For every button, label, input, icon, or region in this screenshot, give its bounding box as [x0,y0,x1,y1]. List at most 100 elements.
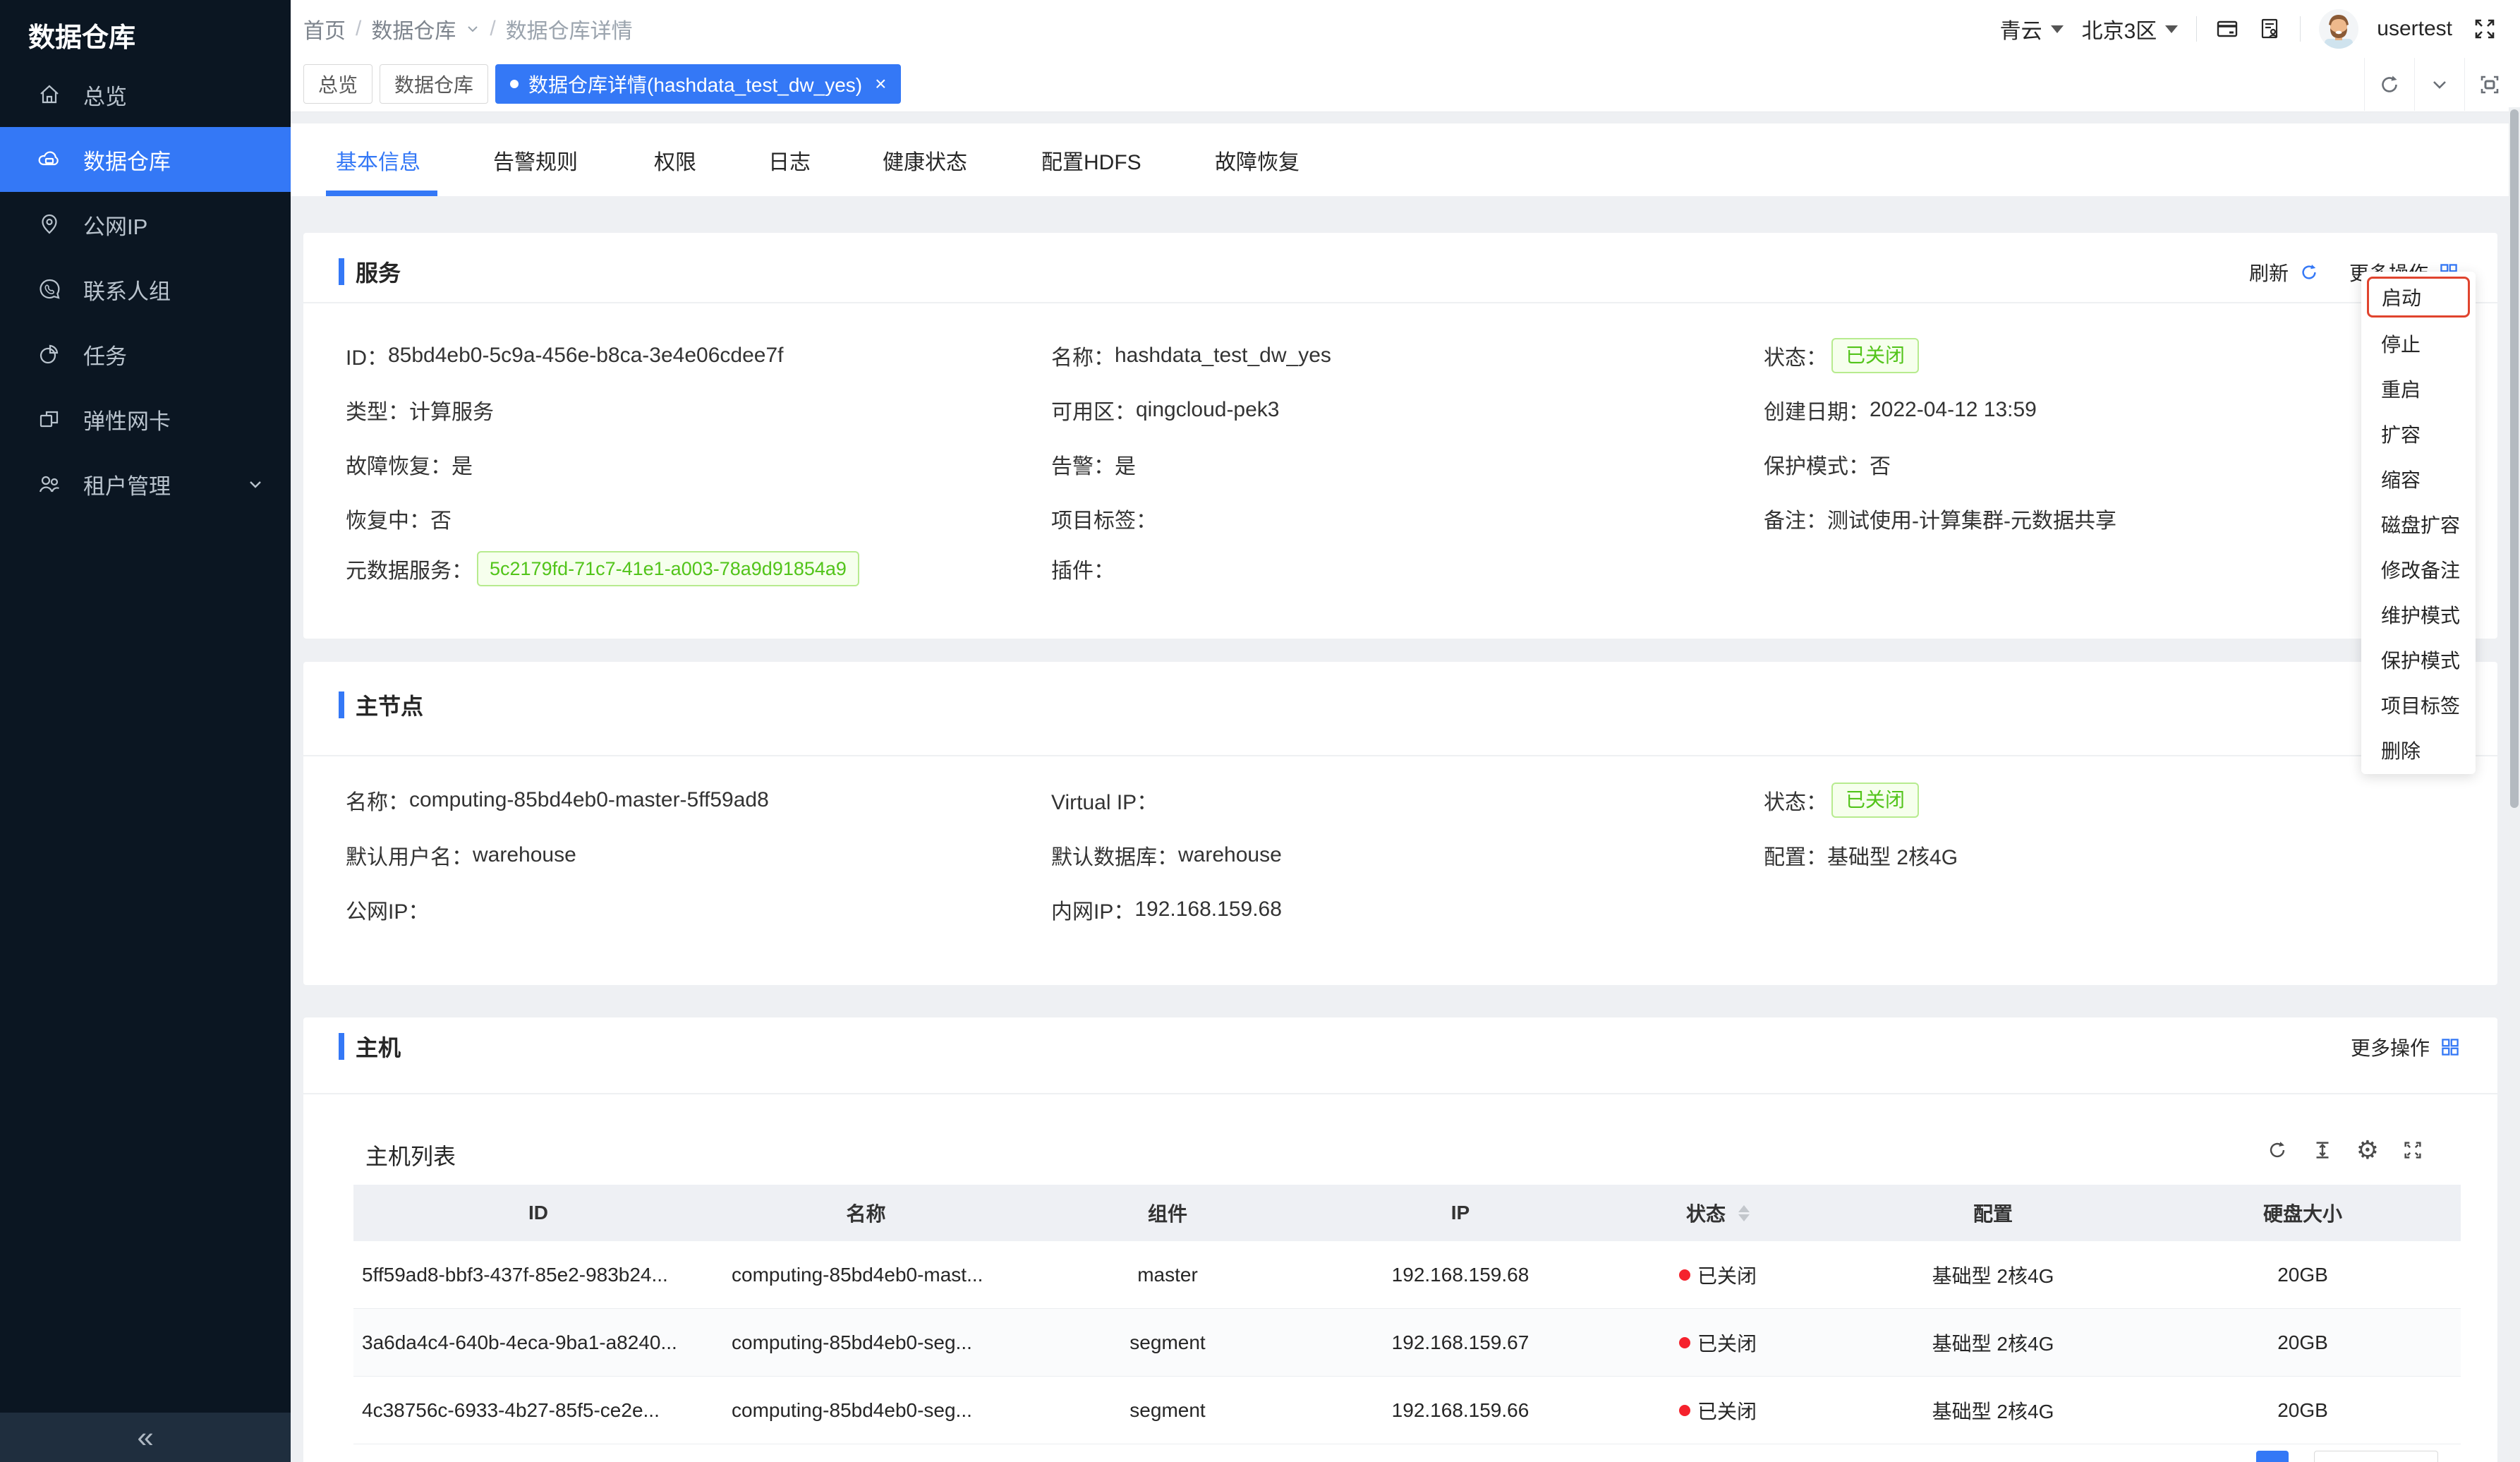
tab-warehouse-detail-active[interactable]: 数据仓库详情(hashdata_test_dw_yes) × [495,64,902,104]
chevron-down-icon[interactable] [2415,73,2464,97]
tab-health[interactable]: 健康状态 [883,145,967,176]
tab-warehouse[interactable]: 数据仓库 [380,64,489,104]
status-badge: 已关闭 [1831,783,1920,818]
menu-item-delete[interactable]: 删除 [2361,727,2476,773]
menu-item-restart[interactable]: 重启 [2361,366,2476,411]
sidebar-item-tasks[interactable]: 任务 [0,322,291,387]
cell-status: 已关闭 [1594,1261,1841,1289]
sidebar-item-overview[interactable]: 总览 [0,62,291,127]
field-master-status: 状态： 已关闭 [1764,783,1920,818]
maximize-icon[interactable] [2465,73,2514,97]
metadata-service-tag[interactable]: 5c2179fd-71c7-41e1-a003-78a9d91854a9 [477,551,859,586]
menu-item-scale-out[interactable]: 扩容 [2361,411,2476,457]
menu-item-project-tag[interactable]: 项目标签 [2361,682,2476,727]
hosts-actions: 更多操作 [2351,1033,2461,1061]
scrollbar-thumb[interactable] [2510,109,2519,808]
status-badge: 已关闭 [1831,338,1920,373]
menu-item-disk-expand[interactable]: 磁盘扩容 [2361,502,2476,547]
avatar[interactable] [2319,9,2359,49]
tab-overview[interactable]: 总览 [303,64,373,104]
sort-icon[interactable] [1738,1204,1750,1221]
close-icon[interactable]: × [875,73,886,95]
sidebar-item-public-ip[interactable]: 公网IP [0,192,291,257]
table-row[interactable]: 5ff59ad8-bbf3-437f-85e2-983b24... comput… [353,1241,2461,1309]
home-icon [37,82,62,107]
username[interactable]: usertest [2377,17,2452,41]
field-label: 默认用户名： [346,846,473,869]
field-label: Virtual IP： [1051,791,1158,814]
org-selector[interactable]: 青云 [2000,13,2064,44]
sidebar-item-label: 公网IP [83,214,148,239]
col-header-id[interactable]: ID [353,1202,723,1224]
billing-button[interactable] [2215,17,2239,41]
field-value: 2022-04-12 13:59 [1870,398,2037,421]
section-accent-bar [339,258,344,285]
menu-item-stop[interactable]: 停止 [2361,321,2476,366]
status-text: 已关闭 [1697,1400,1757,1422]
breadcrumb-section[interactable]: 数据仓库 [371,13,456,44]
breadcrumb-separator: / [356,17,362,40]
gear-icon[interactable]: ⚙ [2356,1137,2379,1163]
tab-label: 数据仓库 [394,74,474,96]
field-value: 测试使用-计算集群-元数据共享 [1827,509,2116,533]
menu-item-protection[interactable]: 保护模式 [2361,637,2476,682]
ticket-button[interactable] [2258,17,2282,41]
breadcrumb-caret-icon[interactable] [466,22,480,36]
status-text: 已关闭 [1697,1264,1757,1287]
col-header-config[interactable]: 配置 [1841,1199,2145,1227]
field-value: warehouse [1178,843,1282,866]
col-header-disk[interactable]: 硬盘大小 [2145,1199,2461,1227]
field-value: 是 [1115,455,1136,478]
pagination-page-button[interactable] [2256,1451,2289,1462]
tab-hdfs-config[interactable]: 配置HDFS [1041,145,1141,176]
more-actions-icon[interactable] [2440,1037,2461,1058]
table-header-row: ID 名称 组件 IP 状态 配置 硬盘大小 [353,1185,2461,1241]
field-value: 否 [1870,455,1891,478]
expand-icon[interactable] [2471,15,2499,43]
sidebar-item-warehouse[interactable]: 数据仓库 [0,127,291,192]
tab-logs[interactable]: 日志 [768,145,811,176]
fullscreen-icon[interactable] [2401,1139,2424,1161]
active-tab-underline [326,191,437,196]
col-label: ID [528,1202,548,1224]
table-row[interactable]: 3a6da4c4-640b-4eca-9ba1-a8240... computi… [353,1309,2461,1377]
menu-item-edit-remark[interactable]: 修改备注 [2361,547,2476,592]
sidebar-item-label: 数据仓库 [83,149,171,174]
menu-item-maintenance[interactable]: 维护模式 [2361,592,2476,637]
breadcrumb-home[interactable]: 首页 [303,13,346,44]
refresh-icon[interactable] [2365,73,2414,97]
detail-tabs: 基本信息 告警规则 权限 日志 健康状态 配置HDFS 故障恢复 [291,123,2520,196]
col-label: IP [1450,1202,1470,1224]
menu-item-scale-in[interactable]: 缩容 [2361,457,2476,502]
field-label: 配置： [1764,846,1827,869]
sidebar-item-label: 总览 [83,84,127,109]
sidebar: 数据仓库 总览 数据仓库 公网IP 联系人组 任务 弹性网卡 租户管理 « [0,0,291,1462]
field-label: 告警： [1051,455,1115,478]
region-selector[interactable]: 北京3区 [2082,13,2179,44]
sidebar-item-tenants[interactable]: 租户管理 [0,452,291,516]
col-header-status[interactable]: 状态 [1594,1199,1841,1227]
sidebar-item-contacts[interactable]: 联系人组 [0,257,291,322]
tab-permissions[interactable]: 权限 [654,145,696,176]
refresh-icon[interactable] [2266,1139,2289,1161]
field-value: 基础型 2核4G [1827,846,1958,869]
more-actions-label[interactable]: 更多操作 [2351,1033,2430,1061]
col-header-component[interactable]: 组件 [1009,1199,1326,1227]
cell-ip: 192.168.159.68 [1391,1263,1529,1286]
pagination-size-select[interactable] [2314,1451,2438,1462]
tab-basic-info[interactable]: 基本信息 [336,145,420,176]
table-row[interactable]: 4c38756c-6933-4b27-85f5-ce2e... computin… [353,1377,2461,1444]
tab-failover[interactable]: 故障恢复 [1215,145,1300,176]
sidebar-item-nic[interactable]: 弹性网卡 [0,387,291,452]
refresh-icon[interactable] [2298,262,2320,283]
col-label: 名称 [846,1203,886,1225]
tab-alert-rules[interactable]: 告警规则 [493,145,578,176]
sidebar-collapse-button[interactable]: « [0,1413,291,1462]
row-height-icon[interactable] [2311,1139,2334,1161]
menu-item-start[interactable]: 启动 [2367,277,2470,318]
field-label: 内网IP： [1051,900,1135,924]
col-header-ip[interactable]: IP [1326,1202,1594,1224]
col-header-name[interactable]: 名称 [723,1199,1009,1227]
refresh-label[interactable]: 刷新 [2249,258,2289,286]
hosts-header: 主机 [339,1030,401,1063]
